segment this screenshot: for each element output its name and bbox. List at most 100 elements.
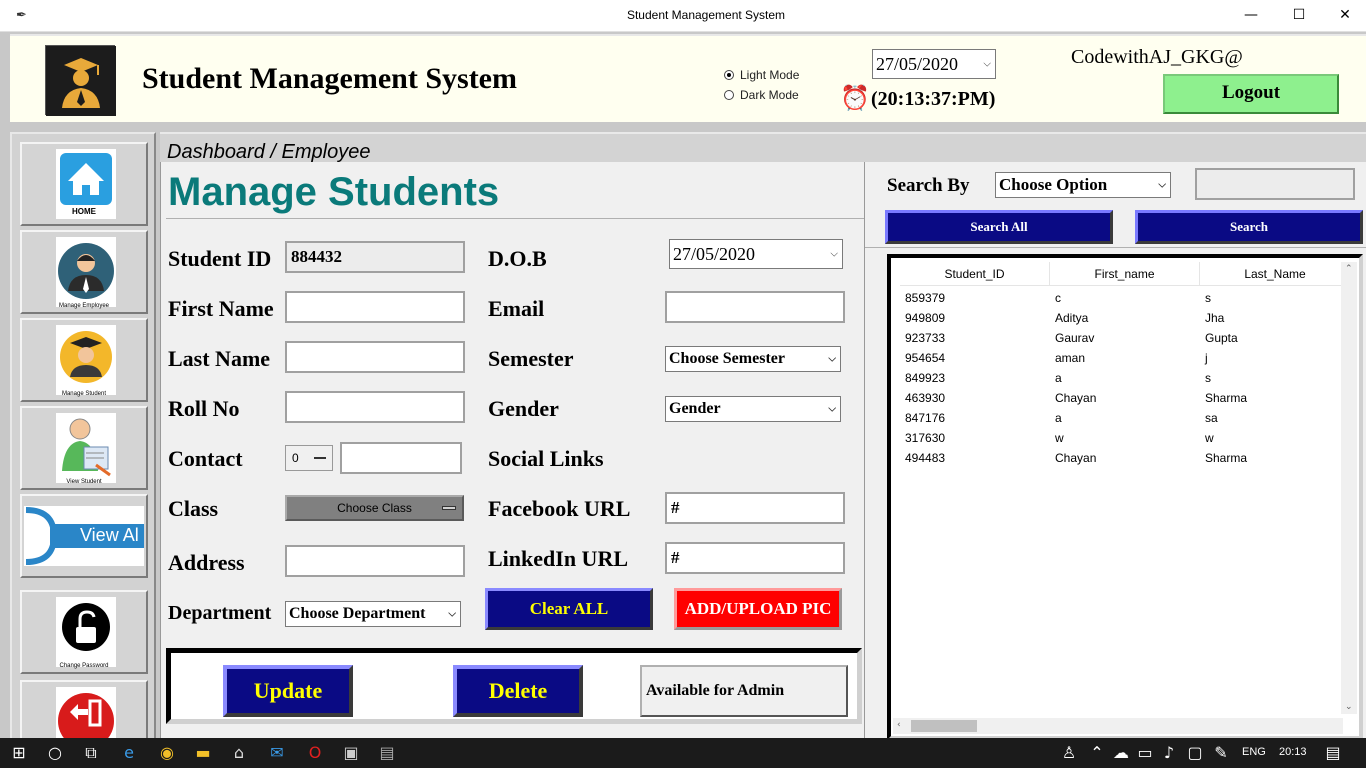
sidebar-item-manage-student[interactable]: Manage Student <box>20 318 148 402</box>
search-button[interactable]: Search <box>1135 210 1363 244</box>
country-code-spinner[interactable]: 0 <box>285 445 333 471</box>
cell-first-name: Gaurav <box>1055 331 1095 345</box>
maximize-button[interactable]: ☐ <box>1276 0 1322 32</box>
sidebar-item-view-all[interactable]: View Al <box>20 494 148 578</box>
sidebar-item-home[interactable]: HOME <box>20 142 148 226</box>
cell-last-name: s <box>1205 291 1211 305</box>
class-menu-button[interactable]: Choose Class <box>285 495 464 521</box>
minimize-button[interactable]: — <box>1228 0 1274 32</box>
cell-last-name: sa <box>1205 411 1218 425</box>
scroll-left-icon[interactable]: ‹ <box>897 720 901 730</box>
roll-no-label: Roll No <box>168 396 240 421</box>
scroll-thumb[interactable] <box>911 720 977 732</box>
volume-icon[interactable]: ♪ <box>1158 742 1180 764</box>
vertical-scrollbar[interactable]: ⌃ ⌄ <box>1341 262 1357 714</box>
cell-last-name: s <box>1205 371 1211 385</box>
search-input[interactable] <box>1195 168 1355 200</box>
sidebar-item-manage-employee[interactable]: Manage Employee <box>20 230 148 314</box>
last-name-field[interactable] <box>285 341 465 373</box>
network-icon[interactable]: ☁ <box>1110 742 1132 764</box>
opera-icon[interactable]: O <box>304 742 326 764</box>
chevron-down-icon: ⌵ <box>828 353 836 365</box>
update-button[interactable]: Update <box>223 665 353 717</box>
table-row[interactable]: 949809 Aditya Jha <box>900 308 1350 328</box>
contact-field[interactable] <box>340 442 462 474</box>
chrome-icon[interactable]: ◉ <box>156 742 178 764</box>
gender-select[interactable]: Gender ⌵ <box>665 396 841 422</box>
linkedin-url-field[interactable]: # <box>665 542 845 574</box>
divider <box>166 218 864 219</box>
table-row[interactable]: 463930 Chayan Sharma <box>900 388 1350 408</box>
students-table[interactable]: Student_ID First_name Last_Name 859379 c s… <box>887 254 1363 740</box>
radio-unselected-icon <box>724 90 734 100</box>
sidebar-item-label: HOME <box>72 207 96 216</box>
battery-icon[interactable]: ▭ <box>1134 742 1156 764</box>
sidebar-item-exit[interactable] <box>20 680 148 749</box>
notifications-icon[interactable]: ▤ <box>1322 742 1344 764</box>
people-icon[interactable]: ♙ <box>1058 742 1080 764</box>
logout-button[interactable]: Logout <box>1163 74 1339 114</box>
language-indicator[interactable]: ENG <box>1242 746 1266 758</box>
table-row[interactable]: 954654 aman j <box>900 348 1350 368</box>
dark-mode-radio[interactable]: Dark Mode <box>724 88 799 102</box>
cell-first-name: a <box>1055 411 1062 425</box>
mail-icon[interactable]: ✉ <box>266 742 288 764</box>
facebook-url-field[interactable]: # <box>665 492 845 524</box>
email-field[interactable] <box>665 291 845 323</box>
cell-first-name: Chayan <box>1055 451 1097 465</box>
sidebar-item-change-password[interactable]: Change Password <box>20 590 148 674</box>
chevron-up-icon[interactable]: ⌃ <box>1086 742 1108 764</box>
table-row[interactable]: 494483 Chayan Sharma <box>900 448 1350 468</box>
scroll-down-icon[interactable]: ⌄ <box>1345 702 1353 712</box>
table-row[interactable]: 923733 Gaurav Gupta <box>900 328 1350 348</box>
search-option-select[interactable]: Choose Option ⌵ <box>995 172 1171 198</box>
clear-all-button[interactable]: Clear ALL <box>485 588 653 630</box>
pen-icon[interactable]: ✎ <box>1210 742 1232 764</box>
horizontal-scrollbar[interactable]: ‹ <box>893 718 1343 734</box>
column-header-first-name[interactable]: First_name <box>1050 262 1200 286</box>
cell-student-id: 954654 <box>905 351 946 365</box>
upload-pic-button[interactable]: ADD/UPLOAD PIC <box>674 588 842 630</box>
first-name-label: First Name <box>168 296 274 321</box>
table-row[interactable]: 317630 w w <box>900 428 1350 448</box>
windows-start-icon[interactable]: ⊞ <box>8 742 30 764</box>
table-row[interactable]: 849923 a s <box>900 368 1350 388</box>
cell-first-name: Chayan <box>1055 391 1097 405</box>
gender-label: Gender <box>488 396 559 421</box>
taskbar-clock[interactable]: 20:13 <box>1279 746 1307 758</box>
scroll-up-icon[interactable]: ⌃ <box>1345 264 1353 274</box>
first-name-field[interactable] <box>285 291 465 323</box>
display-icon[interactable]: ▢ <box>1184 742 1206 764</box>
search-all-button[interactable]: Search All <box>885 210 1113 244</box>
column-header-last-name[interactable]: Last_Name <box>1200 262 1350 286</box>
search-circle-icon[interactable]: ○ <box>44 742 66 764</box>
table-row[interactable]: 847176 a sa <box>900 408 1350 428</box>
address-field[interactable] <box>285 545 465 577</box>
delete-button[interactable]: Delete <box>453 665 583 717</box>
department-select[interactable]: Choose Department ⌵ <box>285 601 461 627</box>
app-icon[interactable]: ▤ <box>376 742 398 764</box>
student-id-field[interactable]: 884432 <box>285 241 465 273</box>
semester-select[interactable]: Choose Semester ⌵ <box>665 346 841 372</box>
cell-student-id: 949809 <box>905 311 946 325</box>
address-label: Address <box>168 550 245 575</box>
search-by-label: Search By <box>887 175 970 196</box>
file-explorer-icon[interactable]: ▬ <box>192 742 214 764</box>
app-window-icon[interactable]: ▣ <box>340 742 362 764</box>
cell-student-id: 463930 <box>905 391 946 405</box>
light-mode-radio[interactable]: Light Mode <box>724 68 799 82</box>
column-header-student-id[interactable]: Student_ID <box>900 262 1050 286</box>
cell-last-name: Gupta <box>1205 331 1238 345</box>
edge-browser-icon[interactable]: e <box>118 742 140 764</box>
close-button[interactable]: ✕ <box>1322 0 1366 32</box>
header-date-picker[interactable]: 27/05/2020 ⌵ <box>872 49 996 79</box>
breadcrumb-bar: Dashboard / Employee <box>160 132 1366 163</box>
roll-no-field[interactable] <box>285 391 465 423</box>
store-icon[interactable]: ⌂ <box>228 742 250 764</box>
sidebar-item-view-student[interactable]: View Student <box>20 406 148 490</box>
table-row[interactable]: 859379 c s <box>900 288 1350 308</box>
dob-picker[interactable]: 27/05/2020 ⌵ <box>669 239 843 269</box>
task-view-icon[interactable]: ⧉ <box>80 742 102 764</box>
cell-first-name: w <box>1055 431 1064 445</box>
gender-value: Gender <box>669 400 721 417</box>
